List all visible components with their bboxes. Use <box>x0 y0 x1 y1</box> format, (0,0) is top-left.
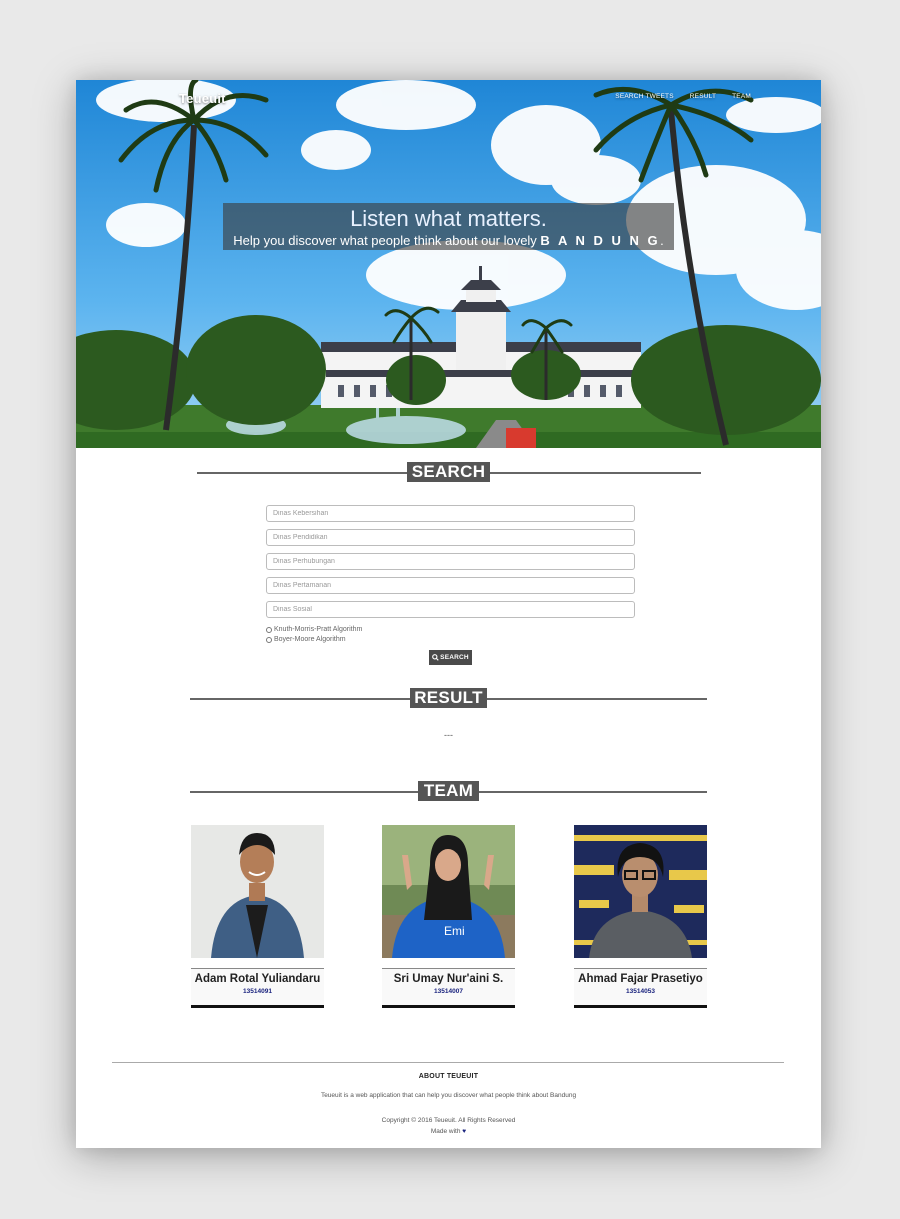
search-icon <box>432 654 439 661</box>
result-title: RESULT <box>410 688 487 708</box>
brand-logo[interactable]: Teueuit <box>179 91 226 106</box>
team-section-heading: TEAM <box>76 781 821 801</box>
field-dinas-kebersihan[interactable] <box>266 505 635 522</box>
field-dinas-perhubungan[interactable] <box>266 553 635 570</box>
field-dinas-pendidikan[interactable] <box>266 529 635 546</box>
member-photo <box>574 825 707 958</box>
search-title: SEARCH <box>407 462 490 482</box>
team-member-card: Emi Sri Umay Nur'aini S. 13514007 <box>382 825 515 1009</box>
nav-link-team[interactable]: Team <box>732 93 751 100</box>
search-button-label: SEARCH <box>440 654 469 661</box>
top-nav: Search Tweets Result Team <box>615 93 751 100</box>
about-text: Teueuit is a web application that can he… <box>320 1092 577 1099</box>
member-photo: Emi <box>382 825 515 958</box>
member-name: Ahmad Fajar Prasetiyo <box>578 973 703 985</box>
footer-divider <box>112 1062 784 1063</box>
hero-headline: Listen what matters. <box>350 206 547 231</box>
member-nim: 13514091 <box>243 988 272 995</box>
svg-text:Emi: Emi <box>444 924 465 938</box>
hero-banner: Teueuit Search Tweets Result Team Listen… <box>76 80 821 448</box>
team-member-card: Adam Rotal Yuliandaru 13514091 <box>191 825 324 1009</box>
field-dinas-sosial[interactable] <box>266 601 635 618</box>
radio-kmp-label: Knuth-Morris-Pratt Algorithm <box>274 626 363 633</box>
member-nim: 13514007 <box>434 988 463 995</box>
result-section-heading: RESULT <box>76 688 821 708</box>
hero-subline-suffix: . <box>660 233 664 248</box>
team-member-card: Ahmad Fajar Prasetiyo 13514053 <box>574 825 707 1009</box>
hero-subline: Help you discover what people think abou… <box>223 233 674 248</box>
field-dinas-pertamanan[interactable] <box>266 577 635 594</box>
about-title: ABOUT TEUEUIT <box>418 1073 479 1080</box>
member-info: Sri Umay Nur'aini S. 13514007 <box>382 968 515 1008</box>
copyright: Copyright © 2016 Teueuit. All Rights Res… <box>381 1117 516 1124</box>
member-info: Adam Rotal Yuliandaru 13514091 <box>191 968 324 1008</box>
search-section-heading: SEARCH <box>76 462 821 482</box>
member-info: Ahmad Fajar Prasetiyo 13514053 <box>574 968 707 1008</box>
member-name: Adam Rotal Yuliandaru <box>194 973 321 985</box>
radio-bm-label: Boyer-Moore Algorithm <box>274 636 346 643</box>
member-name: Sri Umay Nur'aini S. <box>393 973 504 985</box>
heart-icon: ♥ <box>462 1128 467 1135</box>
member-photo <box>191 825 324 958</box>
radio-kmp[interactable]: Knuth-Morris-Pratt Algorithm <box>266 626 362 633</box>
nav-link-result[interactable]: Result <box>690 93 716 100</box>
hero-tagline: Listen what matters. Help you discover w… <box>223 203 674 250</box>
made-with-text: Made with <box>430 1128 461 1135</box>
hero-city: B A N D U N G <box>540 233 661 248</box>
search-button[interactable]: SEARCH <box>429 650 472 665</box>
radio-button[interactable] <box>266 636 272 643</box>
member-nim: 13514053 <box>626 988 655 995</box>
team-title: TEAM <box>418 781 479 801</box>
made-with: Made with ♥ <box>76 1128 821 1135</box>
radio-bm[interactable]: Boyer-Moore Algorithm <box>266 636 346 643</box>
nav-link-search-tweets[interactable]: Search Tweets <box>615 93 673 100</box>
radio-button[interactable] <box>266 626 272 633</box>
hero-subline-text: Help you discover what people think abou… <box>233 233 541 248</box>
hero-image <box>76 80 821 448</box>
result-output: --- <box>444 730 453 740</box>
page: Teueuit Search Tweets Result Team Listen… <box>76 80 821 1148</box>
